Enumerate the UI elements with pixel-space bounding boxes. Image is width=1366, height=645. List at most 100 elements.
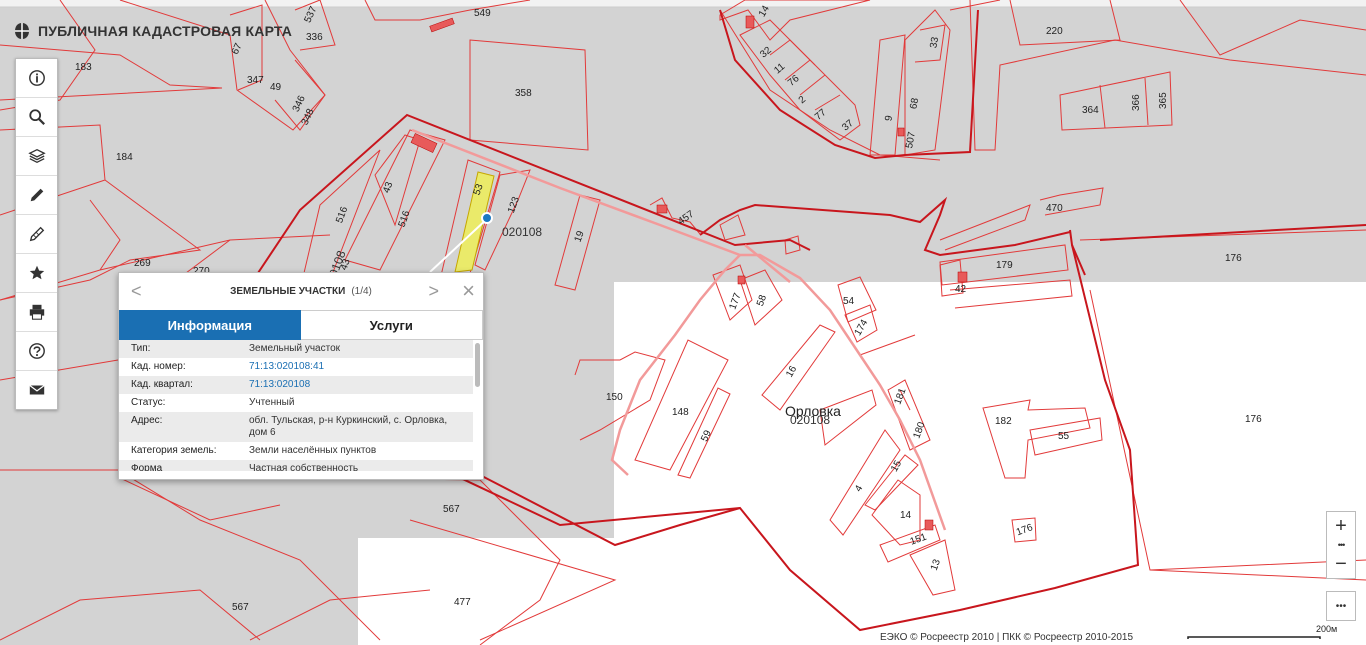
zoom-out-button[interactable]: −: [1327, 550, 1355, 578]
search-icon: [28, 109, 45, 125]
svg-text:176: 176: [1225, 253, 1242, 264]
close-button[interactable]: ×: [462, 278, 475, 304]
tab-info[interactable]: Информация: [119, 310, 301, 340]
svg-text:176: 176: [1245, 414, 1262, 425]
map-toolbar: [15, 58, 58, 410]
attribute-key: Тип:: [131, 343, 151, 354]
svg-text:43: 43: [381, 180, 395, 195]
svg-text:366: 366: [1131, 94, 1142, 111]
star-icon: [29, 265, 44, 280]
attribute-key: Категория земель:: [131, 445, 217, 456]
svg-text:32: 32: [758, 45, 774, 61]
parcel-info-popup: < ЗЕМЕЛЬНЫЕ УЧАСТКИ (1/4) > × Информация…: [118, 272, 484, 480]
next-button[interactable]: >: [428, 281, 439, 302]
attribute-value: Учтенный: [249, 397, 295, 408]
attribute-value: Земли населённых пунктов: [249, 445, 377, 456]
svg-text:477: 477: [454, 597, 471, 608]
svg-text:55: 55: [1058, 431, 1070, 442]
pencil-icon: [30, 188, 43, 202]
measure-button[interactable]: [16, 215, 57, 254]
attribute-link[interactable]: 71:13:020108:41: [249, 361, 473, 373]
svg-text:76: 76: [786, 73, 802, 89]
attribute-key: Статус:: [131, 397, 166, 408]
logo-icon: [15, 23, 29, 39]
favorites-button[interactable]: [16, 254, 57, 293]
popup-header: < ЗЕМЕЛЬНЫЕ УЧАСТКИ (1/4) > ×: [119, 273, 483, 309]
feedback-button[interactable]: [16, 371, 57, 409]
layers-button[interactable]: [16, 137, 57, 176]
svg-text:183: 183: [75, 62, 92, 73]
svg-text:537: 537: [302, 4, 319, 24]
attribute-key: Кад. номер:: [131, 361, 186, 372]
parcel-attributes: Тип: Земельный участок Кад. номер: 71:13:02…: [119, 340, 473, 471]
more-button[interactable]: •••: [1327, 592, 1355, 620]
svg-text:123: 123: [506, 195, 522, 215]
svg-text:336: 336: [306, 32, 323, 43]
attribute-row: Адрес: обл. Тульская, р-н Куркинский, с. …: [119, 412, 473, 442]
svg-text:364: 364: [1082, 105, 1099, 116]
svg-text:179: 179: [996, 260, 1013, 271]
popup-counter: (1/4): [351, 285, 372, 297]
zoom-in-button[interactable]: +: [1327, 512, 1355, 540]
svg-text:37: 37: [840, 118, 856, 134]
attribute-value: Земельный участок: [249, 343, 341, 354]
attribute-row: Тип: Земельный участок: [119, 340, 473, 358]
info-button[interactable]: [16, 59, 57, 98]
print-icon: [29, 304, 44, 320]
print-button[interactable]: [16, 293, 57, 332]
svg-text:19: 19: [573, 229, 587, 244]
attribute-key: Форма: [131, 463, 163, 471]
svg-text:358: 358: [515, 88, 532, 99]
svg-text:220: 220: [1046, 26, 1063, 37]
svg-text:2: 2: [797, 94, 809, 106]
svg-text:470: 470: [1046, 203, 1063, 214]
zoom-control: + ••• −: [1326, 511, 1356, 579]
attribute-key: Кад. квартал:: [131, 379, 193, 390]
svg-text:365: 365: [1158, 92, 1169, 109]
svg-text:49: 49: [270, 82, 282, 93]
svg-text:148: 148: [672, 407, 689, 418]
svg-text:549: 549: [474, 8, 491, 19]
svg-text:184: 184: [116, 152, 133, 163]
scale-label: 200м: [1316, 624, 1338, 634]
attribute-row: Статус: Учтенный: [119, 394, 473, 412]
attribute-row: Категория земель: Земли населённых пункто…: [119, 442, 473, 460]
svg-text:182: 182: [995, 416, 1012, 427]
tab-services[interactable]: Услуги: [300, 310, 483, 340]
help-icon: [28, 343, 45, 359]
svg-text:347: 347: [247, 75, 264, 86]
prev-button[interactable]: <: [131, 281, 142, 302]
app-header: ПУБЛИЧНАЯ КАДАСТРОВАЯ КАРТА: [14, 22, 292, 40]
measure-icon: [29, 226, 44, 242]
info-icon: [28, 70, 45, 86]
svg-text:11: 11: [772, 61, 787, 76]
svg-text:14: 14: [900, 510, 912, 521]
popup-scrollbar[interactable]: [475, 343, 480, 387]
popup-tabs: Информация Услуги: [119, 310, 483, 340]
search-button[interactable]: [16, 98, 57, 137]
zoom-level-indicator: •••: [1337, 540, 1345, 550]
attribute-link[interactable]: 71:13:020108: [249, 379, 473, 391]
svg-text:567: 567: [232, 602, 249, 613]
draw-button[interactable]: [16, 176, 57, 215]
help-button[interactable]: [16, 332, 57, 371]
svg-text:457: 457: [676, 209, 696, 228]
mail-icon: [28, 385, 45, 395]
quarter-label: 020108: [502, 225, 542, 239]
svg-text:9: 9: [883, 114, 895, 122]
attribute-value: обл. Тульская, р-н Куркинский, с. Орловк…: [249, 415, 448, 438]
attribute-row: Форма Частная собственность: [119, 460, 473, 471]
svg-text:33: 33: [928, 36, 941, 49]
attribute-row: Кад. номер: 71:13:020108:41: [119, 358, 473, 376]
attribute-key: Адрес:: [131, 415, 163, 426]
svg-text:150: 150: [606, 392, 623, 403]
popup-title: ЗЕМЕЛЬНЫЕ УЧАСТКИ: [230, 285, 346, 297]
svg-text:54: 54: [843, 296, 855, 307]
layers-icon: [27, 148, 46, 164]
attribute-row: Кад. квартал: 71:13:020108: [119, 376, 473, 394]
svg-text:516: 516: [334, 205, 350, 225]
svg-text:269: 269: [134, 258, 151, 269]
app-title: ПУБЛИЧНАЯ КАДАСТРОВАЯ КАРТА: [38, 23, 293, 39]
svg-text:507: 507: [904, 131, 918, 150]
svg-text:68: 68: [908, 97, 921, 110]
